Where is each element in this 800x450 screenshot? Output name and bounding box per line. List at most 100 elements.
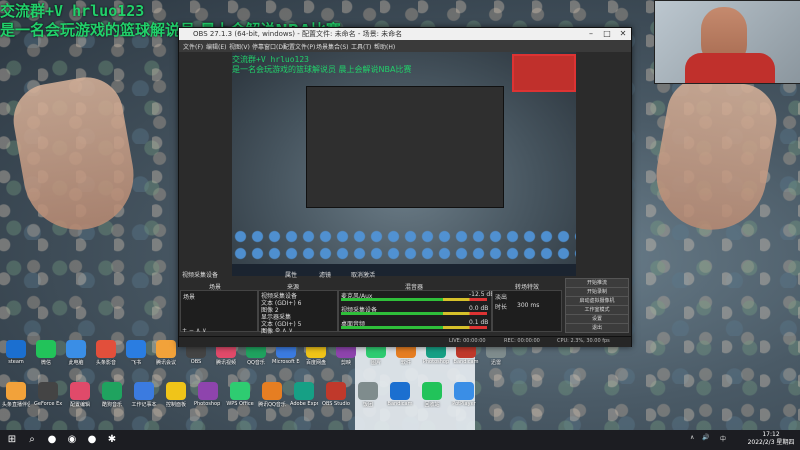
app-icon: [294, 382, 314, 400]
desktop-icon-label: 图片: [370, 360, 381, 366]
app-icon: [126, 340, 146, 358]
live-status: LIVE: 00:00:00: [449, 338, 486, 344]
obs-window[interactable]: OBS 27.1.3 (64-bit, windows) - 配置文件: 未命名…: [178, 27, 632, 347]
desktop-icon-label: 腾讯视频: [215, 360, 236, 366]
clock-time: 17:12: [762, 431, 780, 438]
obs-taskbar-icon[interactable]: ◉: [64, 432, 80, 448]
minimize-icon[interactable]: –: [583, 28, 599, 40]
desktop-icon-label: 酷狗音乐: [101, 402, 122, 408]
desktop-icon[interactable]: 工作记事本: [130, 382, 158, 408]
mixer-meter: [341, 312, 487, 315]
exit-button[interactable]: 退出: [565, 323, 629, 333]
desktop-icon-label: 工作记事本: [131, 402, 157, 408]
ime-indicator[interactable]: 中: [720, 434, 726, 443]
desktop-icon[interactable]: 头条直播伴侣: [2, 382, 30, 408]
firefox-icon[interactable]: ●: [44, 432, 60, 448]
desktop-icon[interactable]: WPS Office: [226, 382, 254, 407]
scenes-panel[interactable]: 场景: [180, 290, 258, 332]
desktop-icon-label: Photoshop: [422, 359, 450, 365]
cpu-status: CPU: 2.3%, 30.00 fps: [557, 338, 610, 344]
transitions-panel[interactable]: 淡出 时长 300 ms: [492, 290, 562, 332]
desktop-icon[interactable]: PotPlayer: [450, 382, 478, 407]
taskbar-clock[interactable]: 17:12 2022/2/3 星期四: [744, 431, 798, 447]
desktop-icon[interactable]: Adobe Express: [290, 382, 318, 407]
obs-titlebar[interactable]: OBS 27.1.3 (64-bit, windows) - 配置文件: 未命名…: [179, 28, 631, 40]
desktop-icon[interactable]: 腾讯会议: [152, 340, 180, 366]
desktop-icon[interactable]: OBS Studio: [322, 382, 350, 407]
overlay-contact-text: 交流群+V hrluo123: [0, 2, 145, 20]
menu-file[interactable]: 文件(F): [183, 42, 203, 51]
transition-type[interactable]: 淡出: [495, 292, 507, 301]
app-icon: [38, 382, 58, 400]
maximize-icon[interactable]: □: [599, 28, 615, 40]
desktop-icon[interactable]: 控制面板: [162, 382, 190, 408]
obs-menubar: 文件(F) 编辑(E) 视图(V) 停靠窗口(D) 配置文件(P) 场景集合(S…: [179, 40, 631, 52]
menu-scene-collection[interactable]: 场景集合(S): [316, 42, 349, 51]
no-source-label: 视频采集设备: [182, 272, 219, 279]
obs-preview[interactable]: 交流群+V hrluo123 是一名会玩游戏的篮球解说员 晨上会解说NBA比赛: [232, 52, 576, 276]
close-icon[interactable]: ✕: [615, 28, 631, 40]
menu-edit[interactable]: 编辑(E): [206, 42, 226, 51]
desktop-icon-label: 腾讯会议: [155, 360, 176, 366]
obs-statusbar: LIVE: 00:00:00 REC: 00:00:00 CPU: 2.3%, …: [179, 336, 631, 347]
desktop-icon[interactable]: Photoshop 2021: [194, 382, 222, 407]
desktop-icon[interactable]: 配置编辑: [66, 382, 94, 408]
desktop-icon[interactable]: 头条影音: [92, 340, 120, 366]
desktop-icon-label: Adobe Express: [290, 401, 318, 407]
desktop-icon-label: Bandicam: [453, 359, 479, 365]
desktop-icon[interactable]: 腾讯QQ音乐: [258, 382, 286, 408]
menu-tools[interactable]: 工具(T): [351, 42, 371, 51]
volume-icon[interactable]: 🔊: [702, 434, 709, 441]
menu-help[interactable]: 帮助(H): [374, 42, 395, 51]
windows-start-icon[interactable]: ⊞: [4, 432, 20, 448]
desktop-icon[interactable]: 酷狗音乐: [98, 382, 126, 408]
desktop-icon[interactable]: GeForce Experience: [34, 382, 62, 407]
app-icon: [166, 382, 186, 400]
app-icon: [422, 382, 442, 400]
duration-input[interactable]: 300 ms: [517, 302, 539, 309]
rec-status: REC: 00:00:00: [504, 338, 540, 344]
app-icon: [262, 382, 282, 400]
desktop-icon[interactable]: 饭团: [354, 382, 382, 408]
properties-button[interactable]: 属性: [285, 270, 297, 279]
app-icon: [6, 382, 26, 400]
menu-profile[interactable]: 配置文件(P): [283, 42, 315, 51]
desktop-icon[interactable]: 回收站: [418, 382, 446, 408]
desktop-icon[interactable]: steam: [2, 340, 30, 365]
desktop-icon-label: QQ音乐: [247, 360, 265, 366]
desktop-icon[interactable]: Bandicam: [386, 382, 414, 407]
obs-docks: 视频采集设备 属性 滤镜 取消激活 场景 来源 混音器 转场特效 控件 场景 视…: [179, 272, 631, 336]
app-icon: [6, 340, 26, 358]
filters-button[interactable]: 滤镜: [319, 270, 331, 279]
bluetooth-icon[interactable]: ✱: [104, 432, 120, 448]
desktop-icon-label: Microsoft Edge: [272, 359, 300, 365]
preview-intro-text: 是一名会玩游戏的篮球解说员 晨上会解说NBA比赛: [232, 65, 412, 74]
tray-up-icon[interactable]: ∧: [690, 434, 694, 441]
search-icon[interactable]: ⌕: [24, 432, 40, 448]
desktop-icon-label: 软件: [400, 360, 411, 366]
mixer-meter: [341, 298, 487, 301]
app-icon: [454, 382, 474, 400]
desktop-icon[interactable]: 飞书: [122, 340, 150, 366]
sources-panel[interactable]: 视频采集设备 文本 (GDI+) 6 图像 2 显示器采集 文本 (GDI+) …: [258, 290, 338, 335]
deactivate-button[interactable]: 取消激活: [351, 270, 375, 279]
desktop-icon-label: 微信: [40, 360, 51, 366]
duration-label: 时长: [495, 304, 508, 311]
scene-item[interactable]: 场景: [183, 292, 195, 301]
add-source-icon[interactable]: + − ⚙ ∧ ∨: [261, 327, 293, 334]
app-taskbar-icon[interactable]: ●: [84, 432, 100, 448]
app-icon: [134, 382, 154, 400]
app-icon: [66, 340, 86, 358]
app-icon: [230, 382, 250, 400]
menu-view[interactable]: 视图(V): [229, 42, 250, 51]
desktop-icon-label: OBS Studio: [322, 401, 350, 407]
desktop-icon-label: 迅雷: [490, 360, 501, 366]
add-scene-icon[interactable]: + − ∧ ∨: [182, 327, 207, 334]
desktop-icon[interactable]: 微信: [32, 340, 60, 366]
desktop-icon-label: 剪映: [340, 360, 351, 366]
desktop-icon-label: WPS Office: [226, 401, 254, 407]
windows-taskbar: ⊞ ⌕ ● ◉ ● ✱ ∧ 🔊 中 17:12 2022/2/3 星期四: [0, 430, 800, 450]
menu-docks[interactable]: 停靠窗口(D): [252, 42, 285, 51]
desktop-icon[interactable]: 此电脑: [62, 340, 90, 366]
mixer-channel-level: 0.0 dB: [469, 305, 489, 312]
